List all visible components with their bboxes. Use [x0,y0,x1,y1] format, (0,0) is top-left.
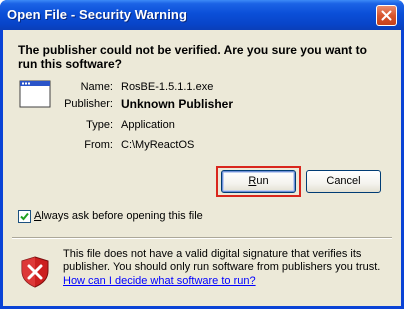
checkmark-icon [20,212,29,221]
field-label: Name: [80,81,113,93]
always-ask-label[interactable]: Always ask before opening this file [34,210,203,223]
run-button[interactable]: Run [221,170,296,193]
checkbox-label-suffix: lways ask before opening this file [41,210,203,222]
cancel-button[interactable]: Cancel [306,170,381,193]
field-value: Unknown Publisher [121,97,234,111]
field-label: Publisher: [64,98,113,110]
security-shield-icon [21,256,49,288]
field-value: Application [121,119,175,131]
warning-message: This file does not have a valid digital … [63,248,381,273]
title-bar[interactable]: Open File - Security Warning [0,0,404,30]
dialog-body: The publisher could not be verified. Are… [3,30,401,306]
run-label-suffix: un [256,175,269,187]
close-icon [381,10,392,21]
always-ask-checkbox[interactable] [18,210,31,223]
warning-headline: The publisher could not be verified. Are… [18,43,367,71]
separator-highlight [12,238,392,239]
field-value: RosBE-1.5.1.1.exe [121,81,214,93]
field-label: Type: [86,119,113,131]
field-value: C:\MyReactOS [121,139,195,151]
field-label: From: [84,139,113,151]
help-link[interactable]: How can I decide what software to run? [63,275,256,288]
close-button[interactable] [376,5,397,26]
security-warning-window: Open File - Security Warning The publish… [0,0,404,309]
window-title: Open File - Security Warning [7,7,188,22]
